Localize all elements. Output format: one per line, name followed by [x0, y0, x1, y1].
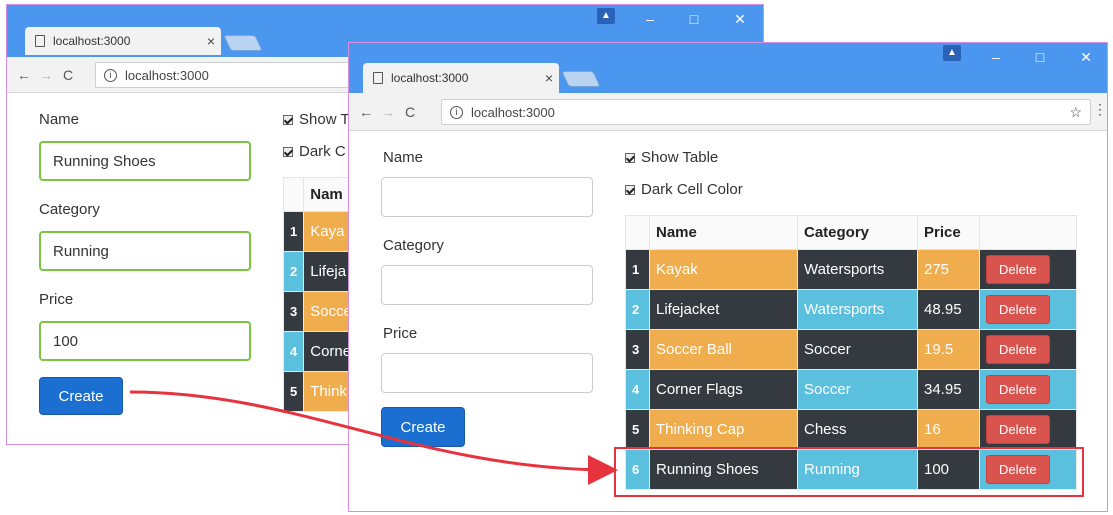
annotation-arrow — [129, 390, 618, 485]
